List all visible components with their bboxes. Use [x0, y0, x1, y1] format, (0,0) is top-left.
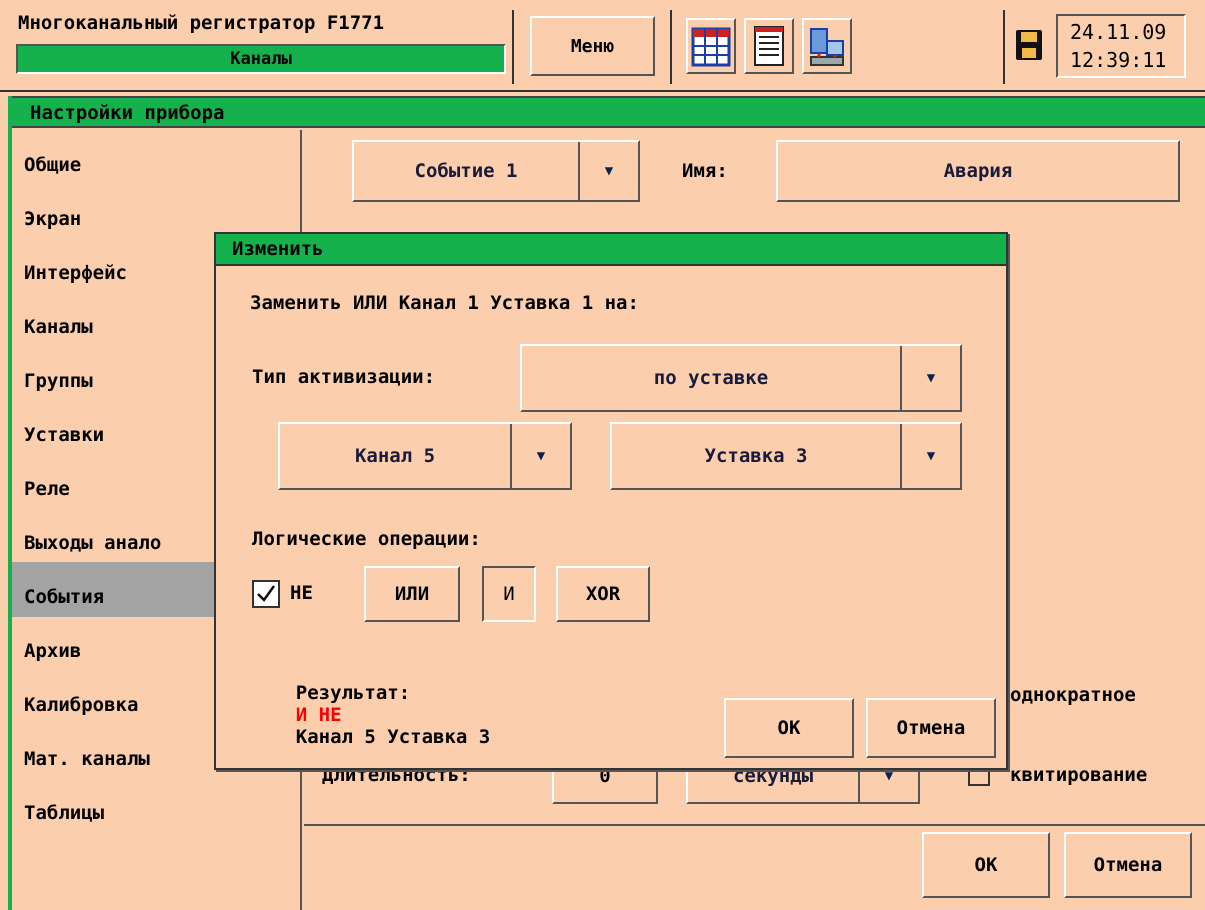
chevron-down-icon: ▼	[510, 424, 570, 488]
sidebar-item-general[interactable]: Общие	[24, 154, 81, 176]
dialog-title-bar: Изменить	[216, 234, 1006, 266]
network-view-button[interactable]	[802, 18, 852, 74]
acknowledge-label: квитирование	[1010, 764, 1148, 786]
dialog-cancel-label: Отмена	[896, 717, 966, 739]
sidebar-item-analog-outputs[interactable]: Выходы анало	[24, 532, 161, 554]
sidebar-item-setpoints[interactable]: Уставки	[24, 424, 104, 446]
network-icon	[810, 28, 844, 66]
sidebar-item-groups[interactable]: Группы	[24, 370, 93, 392]
header-divider-3	[1003, 10, 1005, 84]
table-view-button[interactable]	[686, 18, 736, 74]
replace-text: Заменить ИЛИ Канал 1 Уставка 1 на:	[250, 292, 639, 314]
chevron-down-icon: ▼	[900, 424, 960, 488]
floppy-disk-icon	[1016, 30, 1042, 60]
menu-button-label: Меню	[570, 35, 615, 57]
screen-name: Каналы	[230, 49, 292, 69]
sidebar-item-channels[interactable]: Каналы	[24, 316, 93, 338]
setpoint-value: Уставка 3	[704, 445, 808, 467]
chevron-down-icon: ▼	[578, 142, 638, 200]
activation-type-value: по уставке	[653, 367, 769, 389]
datetime-display: 24.11.09 12:39:11	[1056, 14, 1186, 78]
sidebar-item-math-channels[interactable]: Мат. каналы	[24, 748, 150, 770]
result-expression: Канал 5 Уставка 3	[295, 726, 491, 748]
panel-title-bar: Настройки прибора	[12, 96, 1205, 128]
screen-name-bar: Каналы	[16, 44, 506, 74]
table-icon	[691, 27, 731, 67]
activation-label: Тип активизации:	[252, 366, 436, 388]
sidebar-item-tables[interactable]: Таблицы	[24, 802, 104, 824]
edit-dialog: Изменить Заменить ИЛИ Канал 1 Уставка 1 …	[214, 232, 1008, 770]
dialog-cancel-button[interactable]: Отмена	[866, 698, 996, 758]
panel-cancel-label: Отмена	[1093, 854, 1163, 876]
document-icon	[754, 26, 784, 66]
dialog-ok-label: ОК	[777, 717, 801, 739]
name-field[interactable]: Авария	[776, 140, 1180, 202]
channel-value: Канал 5	[354, 445, 436, 467]
sidebar-item-events[interactable]: События	[24, 586, 104, 608]
single-shot-label: однократное	[1010, 684, 1136, 706]
panel-ok-button[interactable]: ОК	[922, 832, 1050, 898]
panel-title: Настройки прибора	[30, 102, 225, 124]
event-select[interactable]: Событие 1 ▼	[352, 140, 640, 202]
date-text: 24.11.09	[1070, 20, 1167, 44]
not-checkbox[interactable]	[252, 580, 280, 608]
panel-ok-label: ОК	[974, 854, 998, 876]
sidebar-item-archive[interactable]: Архив	[24, 640, 81, 662]
sidebar-item-screen[interactable]: Экран	[24, 208, 81, 230]
dialog-title: Изменить	[232, 238, 324, 260]
not-label: НЕ	[290, 582, 313, 604]
header-divider	[512, 10, 514, 84]
result-label: Результат:	[295, 682, 411, 704]
activation-type-select[interactable]: по уставке ▼	[520, 344, 962, 412]
time-text: 12:39:11	[1070, 48, 1167, 72]
sidebar-item-calibration[interactable]: Калибровка	[24, 694, 138, 716]
logic-label: Логические операции:	[252, 528, 481, 550]
chevron-down-icon: ▼	[900, 346, 960, 410]
panel-cancel-button[interactable]: Отмена	[1064, 832, 1192, 898]
setpoint-select[interactable]: Уставка 3 ▼	[610, 422, 962, 490]
sidebar-item-interface[interactable]: Интерфейс	[24, 262, 127, 284]
xor-button[interactable]: XOR	[556, 566, 650, 622]
document-view-button[interactable]	[744, 18, 794, 74]
result-line: Результат: И НЕ Канал 5 Уставка 3	[250, 660, 490, 770]
checkmark-icon	[257, 585, 276, 602]
or-button-label: ИЛИ	[394, 583, 430, 605]
app-title: Многоканальный регистратор F1771	[18, 12, 385, 34]
name-label: Имя:	[682, 160, 728, 182]
bottom-bar-divider	[304, 824, 1205, 826]
event-select-value: Событие 1	[414, 160, 518, 182]
dialog-ok-button[interactable]: ОК	[724, 698, 854, 758]
channel-select[interactable]: Канал 5 ▼	[278, 422, 572, 490]
sidebar-item-relays[interactable]: Реле	[24, 478, 70, 500]
name-field-value: Авария	[943, 160, 1013, 182]
and-button[interactable]: И	[482, 566, 536, 622]
header-divider-2	[670, 10, 672, 84]
menu-button[interactable]: Меню	[530, 16, 655, 76]
and-button-label: И	[503, 583, 515, 605]
or-button[interactable]: ИЛИ	[364, 566, 460, 622]
xor-button-label: XOR	[585, 583, 621, 605]
result-operators: И НЕ	[295, 704, 342, 726]
